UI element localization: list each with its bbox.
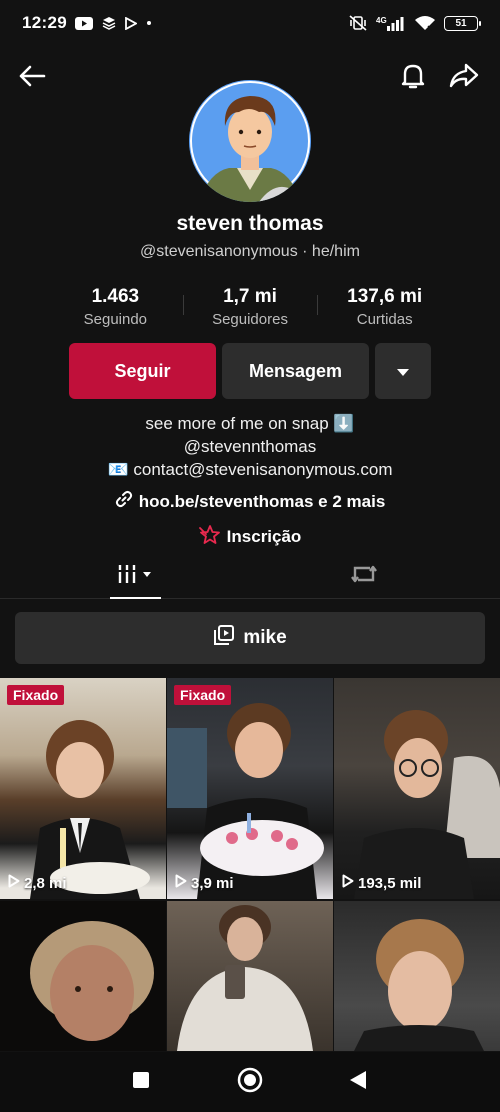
recent-apps-button[interactable]	[125, 1066, 157, 1098]
stat-value: 137,6 mi	[347, 286, 423, 307]
follow-button[interactable]: Seguir	[69, 343, 216, 399]
layers-icon	[102, 16, 116, 30]
playlist-label: mike	[243, 627, 287, 648]
content-tabs	[0, 553, 500, 599]
status-bar: 12:29 4G 51	[0, 0, 500, 46]
stat-followers[interactable]: 1,7 mi Seguidores	[182, 285, 318, 333]
thumbnail-image	[167, 901, 333, 1051]
status-time: 12:29	[22, 13, 67, 32]
youtube-icon	[74, 16, 93, 30]
video-grid: Fixado 2,8 mi Fixado 3,9 mi 193,5 mil	[0, 678, 500, 1051]
thumbnail-image	[334, 901, 500, 1051]
active-tab-indicator	[110, 597, 161, 599]
video-thumbnail[interactable]	[0, 901, 166, 1051]
avatar[interactable]	[189, 80, 311, 202]
username-pronouns: @stevenisanonymous · he/him	[140, 243, 360, 260]
bio-line: 📧 contact@stevenisanonymous.com	[107, 460, 393, 479]
video-thumbnail[interactable]: Fixado 2,8 mi	[0, 678, 166, 899]
share-button[interactable]	[444, 56, 484, 100]
avatar-illustration	[189, 80, 311, 202]
bio-line: @stevennthomas	[183, 437, 317, 456]
stat-label: Seguindo	[83, 311, 148, 328]
subscribe-link[interactable]: Inscrição	[0, 524, 500, 549]
notification-dot-icon	[146, 20, 152, 26]
play-icon	[8, 874, 20, 892]
vibrate-off-icon	[348, 15, 368, 31]
thumbnail-image	[0, 901, 166, 1051]
thumbnail-image	[0, 678, 166, 899]
stat-label: Curtidas	[356, 311, 413, 328]
video-thumbnail[interactable]: 193,5 mil	[334, 678, 500, 899]
link-text: hoo.be/steventhomas e 2 mais	[138, 491, 386, 511]
view-count: 193,5 mil	[342, 874, 421, 892]
back-nav-button[interactable]	[342, 1066, 374, 1098]
notifications-button[interactable]	[393, 56, 433, 100]
circle-icon	[237, 1067, 263, 1098]
view-count: 2,8 mi	[8, 874, 67, 892]
subscribe-text: Inscrição	[226, 526, 302, 546]
bell-icon	[400, 62, 426, 95]
bio: see more of me on snap ⬇️ @stevennthomas…	[0, 412, 500, 481]
back-arrow-icon	[18, 64, 46, 93]
wifi-icon	[414, 15, 436, 31]
network-label: 4G	[376, 16, 387, 25]
stat-following[interactable]: 1.463 Seguindo	[48, 285, 183, 333]
view-count: 3,9 mi	[175, 874, 234, 892]
dropdown-caret-icon	[396, 361, 410, 382]
thumbnail-image	[167, 678, 333, 899]
stat-value: 1,7 mi	[223, 286, 277, 307]
battery-icon: 51	[444, 15, 481, 31]
message-button[interactable]: Mensagem	[222, 343, 369, 399]
view-count-text: 193,5 mil	[358, 874, 422, 892]
link-icon	[115, 490, 133, 513]
tab-videos[interactable]	[76, 553, 196, 599]
more-options-button[interactable]	[375, 343, 431, 399]
play-icon	[175, 874, 187, 892]
pinned-badge: Fixado	[7, 685, 65, 705]
square-icon	[132, 1071, 150, 1094]
triangle-back-icon	[349, 1070, 367, 1095]
home-button[interactable]	[234, 1066, 266, 1098]
view-count-text: 2,8 mi	[24, 874, 67, 892]
thumbnail-image	[334, 678, 500, 899]
playlist-button[interactable]: mike	[15, 612, 485, 664]
stat-value: 1.463	[91, 286, 140, 307]
display-name: steven thomas	[176, 212, 324, 235]
grid-videos-icon	[116, 562, 156, 591]
play-store-icon	[125, 16, 137, 30]
play-icon	[342, 874, 354, 892]
profile-actions: Seguir Mensagem	[69, 343, 431, 399]
repost-icon	[350, 562, 378, 591]
share-icon	[449, 63, 479, 94]
video-thumbnail[interactable]: Fixado 3,9 mi	[167, 678, 333, 899]
stat-label: Seguidores	[212, 311, 288, 328]
video-thumbnail[interactable]	[334, 901, 500, 1051]
profile-link[interactable]: hoo.be/steventhomas e 2 mais	[0, 490, 500, 513]
playlist-icon	[213, 624, 235, 652]
battery-level: 51	[455, 17, 467, 29]
subscribe-star-icon	[198, 524, 221, 549]
profile-stats: 1.463 Seguindo 1,7 mi Seguidores 137,6 m…	[48, 285, 452, 333]
bio-line: see more of me on snap ⬇️	[145, 414, 355, 433]
pinned-badge: Fixado	[174, 685, 232, 705]
stat-likes[interactable]: 137,6 mi Curtidas	[317, 285, 452, 333]
system-navigation-bar	[0, 1052, 500, 1112]
view-count-text: 3,9 mi	[191, 874, 234, 892]
signal-icon: 4G	[376, 15, 406, 31]
back-button[interactable]	[12, 56, 52, 100]
tab-reposts[interactable]	[304, 553, 424, 599]
video-thumbnail[interactable]	[167, 901, 333, 1051]
